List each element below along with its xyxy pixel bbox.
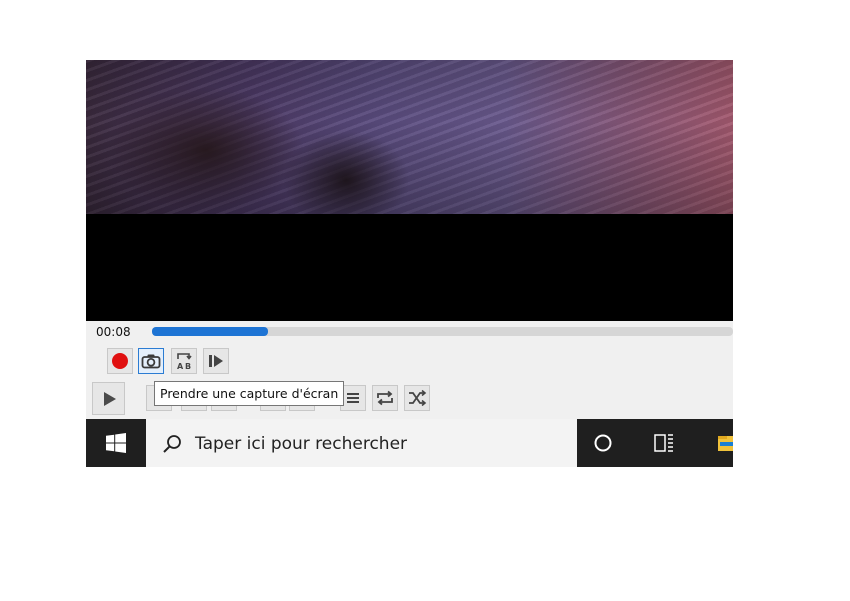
cortana-icon [594, 434, 612, 452]
search-placeholder: Taper ici pour rechercher [195, 434, 408, 454]
seek-bar-progress [152, 327, 269, 336]
cortana-button[interactable] [592, 432, 614, 454]
record-button[interactable] [107, 348, 133, 374]
media-player-window: 00:08 A B Prendre une capture d'écran Ta… [86, 60, 733, 467]
controls-panel: 00:08 A B Prendre une capture d'écran [86, 321, 733, 419]
seek-bar[interactable] [152, 327, 733, 336]
camera-icon [141, 354, 161, 369]
video-area[interactable] [86, 60, 733, 321]
shuffle-icon [409, 389, 427, 407]
svg-text:B: B [185, 362, 191, 371]
loop-icon [377, 390, 393, 406]
file-explorer-icon [718, 436, 733, 451]
windows-taskbar: Taper ici pour rechercher [86, 419, 733, 467]
shuffle-button[interactable] [404, 385, 430, 411]
frame-step-icon [209, 355, 223, 367]
search-icon [163, 435, 181, 453]
frame-step-button[interactable] [203, 348, 229, 374]
loop-ab-icon: A B [177, 353, 192, 371]
task-view-button[interactable] [652, 432, 676, 454]
taskbar-search-box[interactable]: Taper ici pour rechercher [146, 419, 577, 467]
playlist-icon [347, 393, 359, 403]
snapshot-button[interactable] [138, 348, 164, 374]
file-explorer-button[interactable] [716, 433, 733, 453]
snapshot-tooltip: Prendre une capture d'écran [154, 381, 345, 406]
elapsed-time: 00:08 [96, 325, 131, 339]
play-icon [103, 391, 116, 406]
play-button[interactable] [92, 382, 125, 415]
windows-logo-icon [106, 433, 126, 453]
loop-button[interactable] [372, 385, 398, 411]
loop-ab-button[interactable]: A B [171, 348, 197, 374]
task-view-icon [654, 434, 673, 452]
record-icon [112, 353, 128, 369]
start-button[interactable] [86, 419, 146, 467]
svg-text:A: A [177, 362, 184, 371]
